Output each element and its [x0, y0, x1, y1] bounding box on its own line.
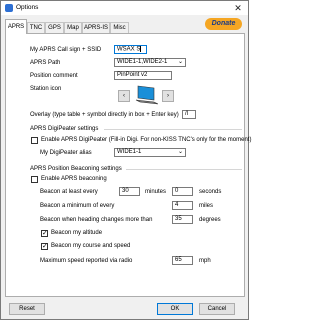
title-bar: Options ✕ — [1, 1, 248, 15]
aprs-path-label: APRS Path — [30, 60, 61, 66]
aprs-path-value: WIDE1-1,WIDE2-1 — [117, 59, 168, 65]
position-comment-input[interactable]: PinPoint v2 — [114, 71, 172, 80]
callsign-input[interactable]: WSAX S — [114, 45, 147, 54]
max-speed-label: Maximum speed reported via radio — [40, 258, 133, 264]
next-icon-button[interactable]: › — [162, 90, 174, 102]
app-icon — [5, 4, 13, 12]
mph-unit: mph — [199, 258, 211, 264]
enable-digipeater-checkbox[interactable] — [31, 137, 38, 144]
options-window: Options ✕ APRS TNC GPS Map APRS-IS Misc … — [0, 0, 251, 320]
position-comment-value: PinPoint v2 — [117, 72, 148, 78]
beaconing-divider — [126, 169, 242, 170]
beacon-altitude-label: Beacon my altitude — [51, 230, 103, 236]
enable-digipeater-label: Enable APRS DigiPeater (Fill-in Digi. Fo… — [41, 137, 252, 143]
overlay-value: /l — [185, 111, 188, 117]
digipeater-alias-select[interactable]: WIDE1-1 ⌄ — [114, 148, 186, 157]
chevron-down-icon: ⌄ — [177, 59, 183, 65]
callsign-value: WSAX S — [117, 46, 141, 53]
ok-button[interactable]: OK — [157, 303, 193, 315]
digipeater-alias-label: My DigiPeater alias — [40, 150, 92, 156]
donate-button[interactable]: Donate — [205, 18, 242, 30]
digipeater-alias-value: WIDE1-1 — [117, 149, 142, 155]
tab-aprs-is[interactable]: APRS-IS — [82, 22, 110, 33]
station-icon-label: Station icon — [30, 86, 62, 92]
chevron-down-icon: ⌄ — [177, 149, 183, 155]
beacon-course-checkbox[interactable] — [41, 242, 48, 251]
aprs-panel: My APRS Call sign + SSID WSAX S APRS Pat… — [5, 33, 251, 297]
position-comment-label: Position comment — [30, 73, 78, 79]
tab-map[interactable]: Map — [64, 22, 82, 33]
max-speed-input[interactable]: 65 — [172, 256, 193, 265]
enable-beaconing-label: Enable APRS beaconing — [41, 176, 107, 182]
heading-change-label: Beacon when heading changes more than — [40, 217, 153, 223]
beaconing-section-label: APRS Position Beaconing settings — [30, 166, 122, 172]
enable-beaconing-checkbox[interactable] — [31, 176, 38, 183]
degrees-unit: degrees — [199, 217, 221, 223]
digipeater-section-label: APRS DigiPeater settings — [30, 126, 99, 132]
overlay-input[interactable]: /l — [182, 110, 196, 119]
tab-tnc[interactable]: TNC — [27, 22, 45, 33]
overlay-label: Overlay (type table + symbol directly in… — [30, 112, 179, 118]
beacon-minimum-input[interactable]: 4 — [172, 201, 193, 210]
aprs-path-select[interactable]: WIDE1-1,WIDE2-1 ⌄ — [114, 58, 186, 67]
max-speed-value: 65 — [175, 257, 182, 263]
minutes-unit: minutes — [145, 189, 167, 195]
tab-gps[interactable]: GPS — [45, 22, 64, 33]
beacon-minimum-value: 4 — [175, 202, 179, 208]
seconds-unit: seconds — [199, 189, 222, 195]
beacon-altitude-checkbox[interactable] — [41, 229, 48, 238]
reset-button[interactable]: Reset — [9, 303, 45, 315]
beacon-minimum-label: Beacon a minimum of every — [40, 203, 115, 209]
miles-unit: miles — [199, 203, 214, 209]
prev-icon-button[interactable]: ‹ — [118, 90, 130, 102]
heading-change-input[interactable]: 35 — [172, 215, 193, 224]
heading-change-value: 35 — [175, 216, 182, 222]
beacon-minutes-value: 30 — [122, 188, 129, 194]
laptop-icon — [134, 84, 159, 106]
beacon-seconds-input[interactable]: 0 — [172, 187, 193, 196]
beacon-at-least-label: Beacon at least every — [40, 189, 98, 195]
digipeater-divider — [104, 129, 242, 130]
beacon-course-label: Beacon my course and speed — [51, 243, 131, 249]
callsign-label: My APRS Call sign + SSID — [30, 47, 102, 53]
cancel-button[interactable]: Cancel — [199, 303, 235, 315]
window-title: Options — [16, 4, 39, 11]
beacon-seconds-value: 0 — [175, 188, 179, 194]
tab-misc[interactable]: Misc — [110, 22, 129, 33]
beacon-minutes-input[interactable]: 30 — [119, 187, 140, 196]
tab-aprs[interactable]: APRS — [5, 19, 27, 34]
close-icon[interactable]: ✕ — [231, 2, 245, 14]
